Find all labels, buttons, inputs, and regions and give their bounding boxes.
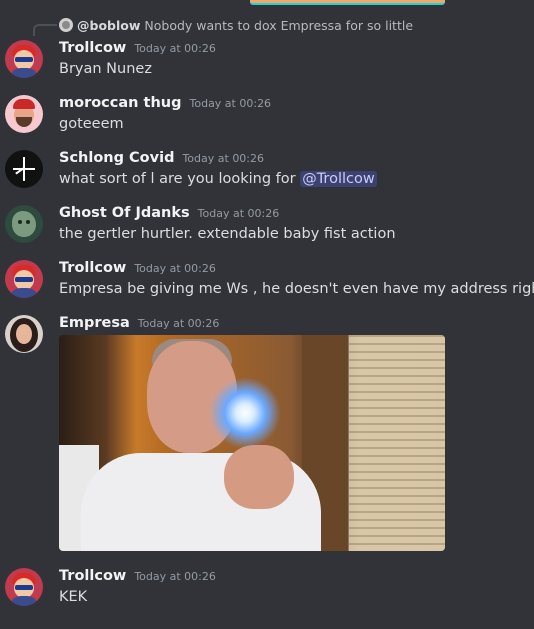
message-text: what sort of l are you looking for @Trol… xyxy=(59,171,377,187)
ghost-of-jdanks-avatar[interactable] xyxy=(5,205,43,243)
timestamp: Today at 00:26 xyxy=(189,97,272,110)
message-header: Trollcow Today at 00:26 xyxy=(59,260,216,276)
message-text: goteeem xyxy=(59,116,124,132)
message-text: KEK xyxy=(59,589,88,605)
trollcow-avatar[interactable] xyxy=(5,568,43,606)
message-text: Empresa be giving me Ws , he doesn't eve… xyxy=(59,281,534,297)
trollcow-avatar[interactable] xyxy=(5,40,43,78)
message-text-content: what sort of l are you looking for xyxy=(59,171,301,187)
message-text: the gertler hurtler. extendable baby fis… xyxy=(59,226,396,242)
reply-connector xyxy=(33,24,57,36)
schlong-covid-avatar[interactable] xyxy=(5,150,43,188)
timestamp: Today at 00:26 xyxy=(197,207,280,220)
message-text: Bryan Nunez xyxy=(59,61,152,77)
username[interactable]: Schlong Covid xyxy=(59,150,174,166)
username[interactable]: Ghost Of Jdanks xyxy=(59,205,190,221)
username[interactable]: moroccan thug xyxy=(59,95,182,111)
message-header: Empresa Today at 00:26 xyxy=(59,315,219,331)
timestamp: Today at 00:26 xyxy=(182,152,265,165)
timestamp: Today at 00:26 xyxy=(134,570,216,583)
reply-preview[interactable]: @boblow Nobody wants to dox Empressa for… xyxy=(59,16,413,34)
image-attachment[interactable] xyxy=(59,335,445,551)
trollcow-avatar[interactable] xyxy=(5,260,43,298)
reply-username[interactable]: @boblow xyxy=(77,18,140,33)
flashlight-glow xyxy=(209,377,281,449)
username[interactable]: Empresa xyxy=(59,315,130,331)
moroccan-thug-avatar[interactable] xyxy=(5,95,43,133)
reply-text[interactable]: Nobody wants to dox Empressa for so litt… xyxy=(144,18,413,33)
message-header: Trollcow Today at 00:26 xyxy=(59,568,216,584)
user-mention[interactable]: @Trollcow xyxy=(300,171,377,187)
message-header: Ghost Of Jdanks Today at 00:26 xyxy=(59,205,279,221)
message-header: Schlong Covid Today at 00:26 xyxy=(59,150,264,166)
timestamp: Today at 00:26 xyxy=(137,317,220,330)
reply-avatar xyxy=(59,18,73,32)
previous-embed-edge xyxy=(250,0,445,5)
empresa-avatar[interactable] xyxy=(5,315,43,353)
username[interactable]: Trollcow xyxy=(59,260,126,276)
message-header: moroccan thug Today at 00:26 xyxy=(59,95,271,111)
timestamp: Today at 00:26 xyxy=(134,262,216,275)
message-header: Trollcow Today at 00:26 xyxy=(59,40,216,56)
username[interactable]: Trollcow xyxy=(59,40,126,56)
timestamp: Today at 00:26 xyxy=(134,42,216,55)
username[interactable]: Trollcow xyxy=(59,568,126,584)
